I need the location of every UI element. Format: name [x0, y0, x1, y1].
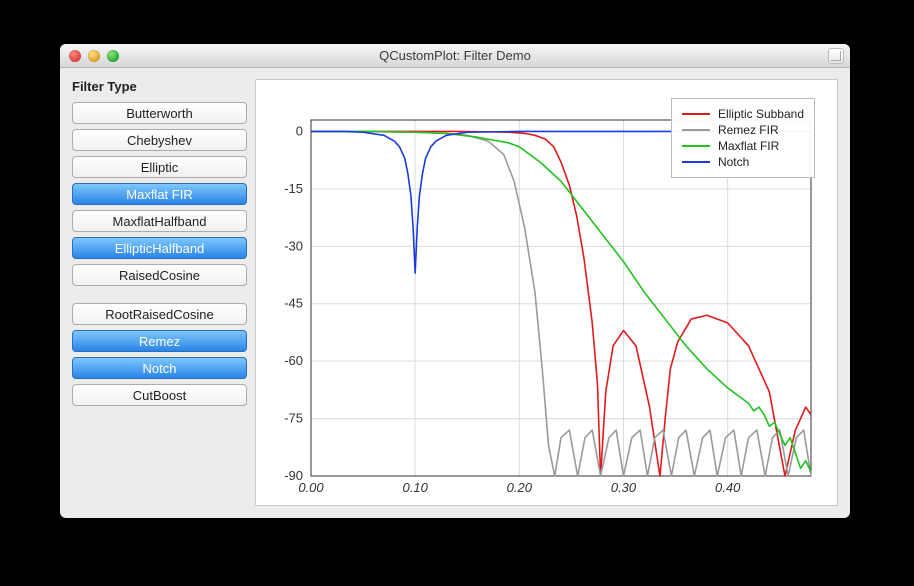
- filter-button-chebyshev[interactable]: Chebyshev: [72, 129, 247, 151]
- legend-color-icon: [682, 145, 710, 147]
- legend-label: Notch: [718, 155, 749, 169]
- sidebar: Filter Type Butterworth Chebyshev Elliptic…: [72, 79, 247, 506]
- filter-button-maxflathalfband[interactable]: MaxflatHalfband: [72, 210, 247, 232]
- legend-entry: Remez FIR: [682, 123, 804, 137]
- filter-button-elliptic[interactable]: Elliptic: [72, 156, 247, 178]
- sidebar-heading: Filter Type: [72, 79, 247, 94]
- filter-button-remez[interactable]: Remez: [72, 330, 247, 352]
- app-window: QCustomPlot: Filter Demo Filter Type But…: [60, 44, 850, 518]
- svg-text:0.10: 0.10: [403, 480, 429, 495]
- client-area: Filter Type Butterworth Chebyshev Elliptic…: [60, 67, 850, 518]
- filter-button-rootraisedcosine[interactable]: RootRaisedCosine: [72, 303, 247, 325]
- zoom-icon[interactable]: [107, 50, 119, 62]
- filter-button-cutboost[interactable]: CutBoost: [72, 384, 247, 406]
- legend-entry: Notch: [682, 155, 804, 169]
- svg-text:0.20: 0.20: [507, 480, 533, 495]
- filter-button-raisedcosine[interactable]: RaisedCosine: [72, 264, 247, 286]
- svg-text:-30: -30: [284, 238, 303, 253]
- maximize-icon[interactable]: [828, 48, 844, 64]
- legend: Elliptic Subband Remez FIR Maxflat FIR Notc…: [671, 98, 815, 178]
- legend-color-icon: [682, 161, 710, 163]
- minimize-icon[interactable]: [88, 50, 100, 62]
- filter-button-elliptichalfband[interactable]: EllipticHalfband: [72, 237, 247, 259]
- legend-label: Elliptic Subband: [718, 107, 804, 121]
- series-maxflat-fir: [311, 131, 811, 472]
- legend-label: Maxflat FIR: [718, 139, 779, 153]
- svg-text:-15: -15: [284, 181, 303, 196]
- titlebar: QCustomPlot: Filter Demo: [60, 44, 850, 68]
- plot-area[interactable]: 0-15-30-45-60-75-900.000.100.200.300.40 …: [255, 79, 838, 506]
- close-icon[interactable]: [69, 50, 81, 62]
- svg-text:0.40: 0.40: [715, 480, 741, 495]
- legend-entry: Maxflat FIR: [682, 139, 804, 153]
- filter-button-butterworth[interactable]: Butterworth: [72, 102, 247, 124]
- svg-text:-75: -75: [284, 411, 303, 426]
- filter-button-maxflatfir[interactable]: Maxflat FIR: [72, 183, 247, 205]
- filter-button-notch[interactable]: Notch: [72, 357, 247, 379]
- svg-text:0.30: 0.30: [611, 480, 637, 495]
- svg-text:0.00: 0.00: [298, 480, 324, 495]
- svg-text:-45: -45: [284, 296, 303, 311]
- legend-color-icon: [682, 129, 710, 131]
- legend-color-icon: [682, 113, 710, 115]
- legend-entry: Elliptic Subband: [682, 107, 804, 121]
- window-title: QCustomPlot: Filter Demo: [60, 48, 850, 63]
- svg-text:-60: -60: [284, 353, 303, 368]
- legend-label: Remez FIR: [718, 123, 779, 137]
- svg-text:0: 0: [296, 123, 303, 138]
